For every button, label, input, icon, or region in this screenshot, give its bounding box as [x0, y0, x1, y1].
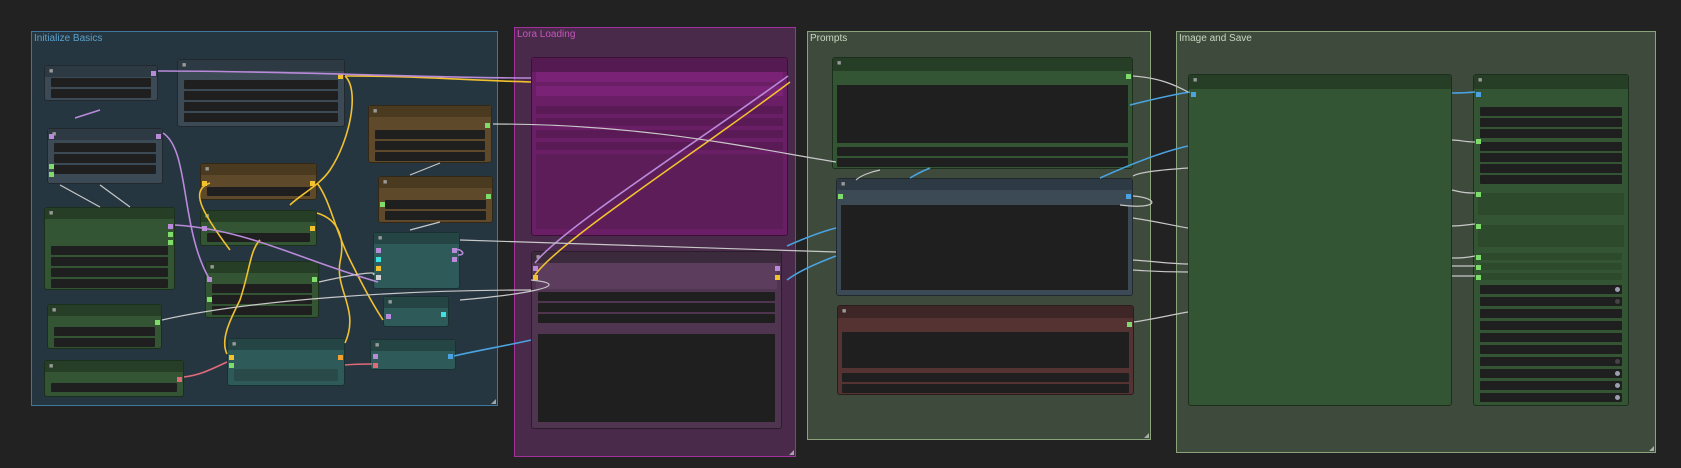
- link-wire: [453, 339, 532, 357]
- link-wire: [455, 248, 464, 256]
- link-wire: [157, 70, 532, 79]
- link-wire: [459, 239, 837, 253]
- link-wire: [318, 272, 375, 283]
- link-wire: [1132, 75, 1189, 93]
- link-wire: [1451, 255, 1476, 259]
- link-wire: [1133, 311, 1189, 323]
- link-wire: [99, 184, 131, 208]
- link-wire: [316, 182, 384, 321]
- link-wire: [1132, 167, 1189, 177]
- link-wire: [1132, 259, 1189, 265]
- link-wire: [492, 123, 837, 163]
- link-wire: [1132, 269, 1189, 273]
- link-wire: [1451, 223, 1476, 227]
- link-wire: [1451, 139, 1476, 143]
- link-wire: [909, 167, 931, 179]
- link-wire: [74, 109, 101, 119]
- link-wire: [316, 212, 351, 344]
- link-wire: [1451, 189, 1476, 194]
- link-wire: [855, 169, 881, 181]
- link-wire: [344, 363, 373, 366]
- link-wire: [1129, 91, 1191, 106]
- link-wire: [198, 182, 231, 251]
- link-wire: [1451, 91, 1476, 94]
- link-wire: [223, 239, 261, 355]
- link-wire: [59, 184, 101, 208]
- link-wire: [1132, 217, 1189, 229]
- link-wire: [183, 361, 228, 378]
- link-wire: [534, 75, 789, 264]
- link-layer: [59, 70, 1476, 378]
- link-wire: [786, 255, 837, 281]
- link-wire: [1119, 195, 1153, 207]
- link-wire: [786, 227, 837, 247]
- link-wire: [409, 221, 441, 231]
- link-wire: [289, 75, 353, 206]
- link-wire: [161, 289, 532, 321]
- link-wire: [409, 162, 441, 176]
